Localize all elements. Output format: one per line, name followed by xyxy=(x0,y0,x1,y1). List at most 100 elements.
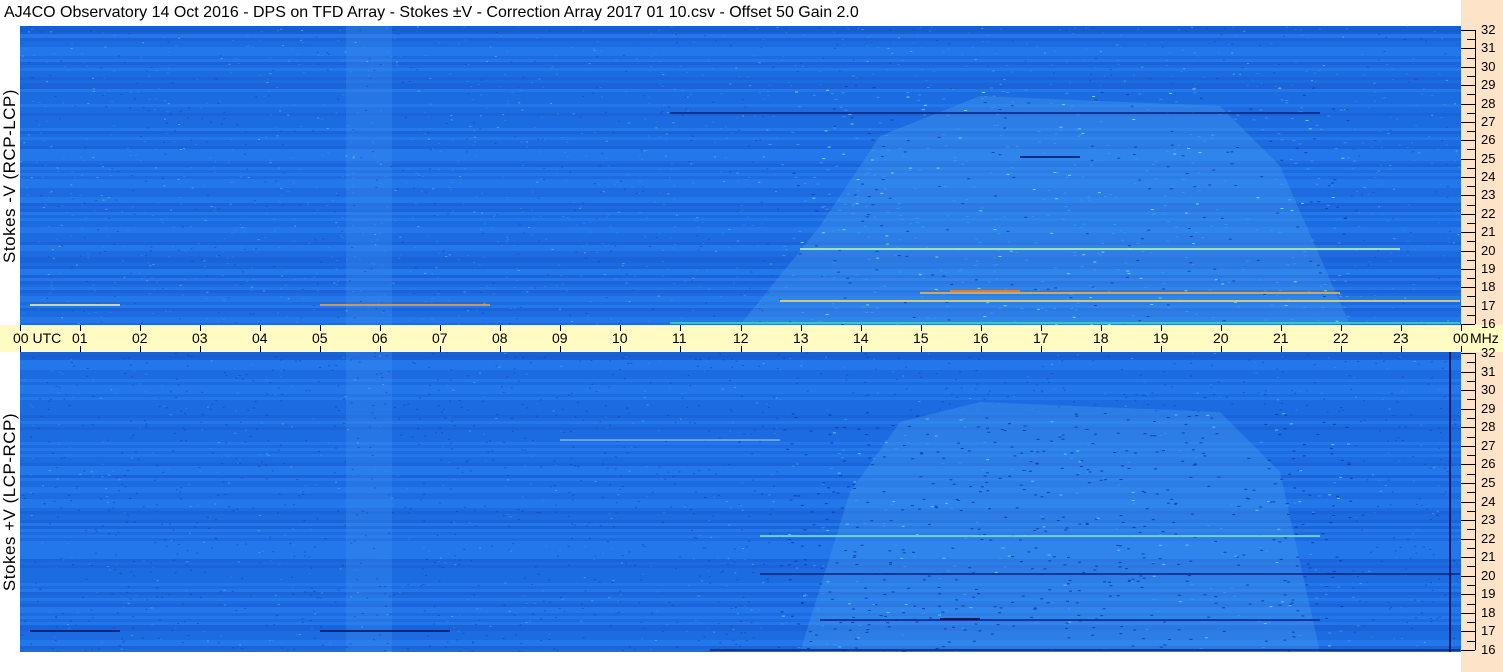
freq-tick-label: 30 xyxy=(1481,59,1496,74)
freq-tick xyxy=(1461,650,1475,651)
time-tick-label: 15 xyxy=(913,330,929,346)
freq-minor-tick xyxy=(1467,641,1475,642)
freq-axis-line xyxy=(1475,353,1476,650)
freq-tick xyxy=(1461,539,1475,540)
spectrogram-top-image xyxy=(20,26,1461,325)
freq-tick-label: 24 xyxy=(1481,494,1496,509)
freq-minor-tick xyxy=(1467,548,1475,549)
time-tick xyxy=(1281,346,1282,352)
time-tick-label: 18 xyxy=(1093,330,1109,346)
time-tick-label: 09 xyxy=(552,330,568,346)
freq-tick-label: 17 xyxy=(1481,298,1496,313)
freq-minor-tick xyxy=(1467,381,1475,382)
time-tick-label: 00 UTC xyxy=(13,330,62,346)
time-tick-label: 11 xyxy=(672,330,687,346)
time-axis: 00 UTC 01 02 03 04 05 06 07 08 09 10 11 12 13 14 15 16 17… xyxy=(0,325,1503,352)
freq-tick xyxy=(1461,324,1475,325)
freq-tick-label: 23 xyxy=(1481,187,1496,202)
freq-tick xyxy=(1461,159,1475,160)
freq-tick xyxy=(1461,390,1475,391)
freq-minor-tick xyxy=(1467,39,1475,40)
time-tick-label: 10 xyxy=(612,330,628,346)
time-tick-label: 04 xyxy=(252,330,268,346)
freq-tick-label: 32 xyxy=(1481,22,1496,37)
freq-minor-tick xyxy=(1467,362,1475,363)
time-tick xyxy=(680,346,681,352)
freq-tick-label: 18 xyxy=(1481,279,1496,294)
freq-tick xyxy=(1461,306,1475,307)
time-tick-label: 01 xyxy=(72,330,88,346)
time-tick-label: 14 xyxy=(853,330,869,346)
freq-tick xyxy=(1461,372,1475,373)
freq-tick xyxy=(1461,195,1475,196)
time-axis-unit: MHz xyxy=(1470,330,1499,346)
freq-minor-tick xyxy=(1467,278,1475,279)
freq-minor-tick xyxy=(1467,418,1475,419)
freq-tick-label: 29 xyxy=(1481,77,1496,92)
window-title: AJ4CO Observatory 14 Oct 2016 - DPS on T… xyxy=(0,0,1461,26)
freq-tick-label: 16 xyxy=(1481,642,1496,657)
time-tick-label: 21 xyxy=(1273,330,1289,346)
time-tick xyxy=(1101,346,1102,352)
freq-minor-tick xyxy=(1467,604,1475,605)
freq-tick xyxy=(1461,594,1475,595)
spectrogram-bottom[interactable] xyxy=(20,352,1461,652)
freq-tick xyxy=(1461,177,1475,178)
freq-tick xyxy=(1461,409,1475,410)
time-tick-label: 17 xyxy=(1033,330,1049,346)
freq-tick xyxy=(1461,30,1475,31)
freq-minor-tick xyxy=(1467,76,1475,77)
freq-minor-tick xyxy=(1467,511,1475,512)
freq-tick-label: 18 xyxy=(1481,605,1496,620)
freq-tick xyxy=(1461,269,1475,270)
freq-tick xyxy=(1461,446,1475,447)
time-tick xyxy=(140,346,141,352)
freq-tick-label: 32 xyxy=(1481,345,1496,360)
freq-tick xyxy=(1461,520,1475,521)
freq-tick xyxy=(1461,631,1475,632)
freq-minor-tick xyxy=(1467,437,1475,438)
freq-tick-label: 19 xyxy=(1481,586,1496,601)
time-tick-label: 13 xyxy=(793,330,809,346)
time-tick xyxy=(320,346,321,352)
time-tick-label: 00 xyxy=(1453,330,1469,346)
time-tick xyxy=(80,346,81,352)
freq-minor-tick xyxy=(1467,315,1475,316)
freq-tick-label: 19 xyxy=(1481,261,1496,276)
freq-tick xyxy=(1461,251,1475,252)
freq-tick-label: 26 xyxy=(1481,456,1496,471)
freq-minor-tick xyxy=(1467,131,1475,132)
freq-minor-tick xyxy=(1467,455,1475,456)
time-tick-label: 22 xyxy=(1333,330,1349,346)
freq-tick xyxy=(1461,557,1475,558)
freq-minor-tick xyxy=(1467,585,1475,586)
freq-tick xyxy=(1461,85,1475,86)
bottom-panel-label: Stokes +V (LCP-RCP) xyxy=(0,352,20,652)
time-tick-label: 06 xyxy=(372,330,388,346)
freq-tick xyxy=(1461,67,1475,68)
frequency-axis-top: 32 31 30 29 28 27 26 25 24 23 22 21 20 19 18 17 16 xyxy=(1461,0,1503,331)
freq-tick-label: 20 xyxy=(1481,568,1496,583)
freq-tick xyxy=(1461,232,1475,233)
time-tick xyxy=(1041,346,1042,352)
freq-tick xyxy=(1461,287,1475,288)
freq-tick xyxy=(1461,427,1475,428)
freq-minor-tick xyxy=(1467,94,1475,95)
time-tick xyxy=(20,346,21,352)
bottom-panel-label-text: Stokes +V (LCP-RCP) xyxy=(0,412,20,592)
time-tick-label: 02 xyxy=(132,330,148,346)
time-tick xyxy=(200,346,201,352)
freq-tick xyxy=(1461,464,1475,465)
freq-minor-tick xyxy=(1467,113,1475,114)
freq-minor-tick xyxy=(1467,399,1475,400)
freq-minor-tick xyxy=(1467,529,1475,530)
freq-tick-label: 21 xyxy=(1481,224,1496,239)
spectrogram-top[interactable] xyxy=(20,26,1461,325)
time-tick-label: 20 xyxy=(1213,330,1229,346)
freq-minor-tick xyxy=(1467,205,1475,206)
time-tick-label: 07 xyxy=(432,330,448,346)
time-tick xyxy=(981,346,982,352)
time-tick xyxy=(801,346,802,352)
freq-minor-tick xyxy=(1467,168,1475,169)
freq-tick-label: 21 xyxy=(1481,549,1496,564)
